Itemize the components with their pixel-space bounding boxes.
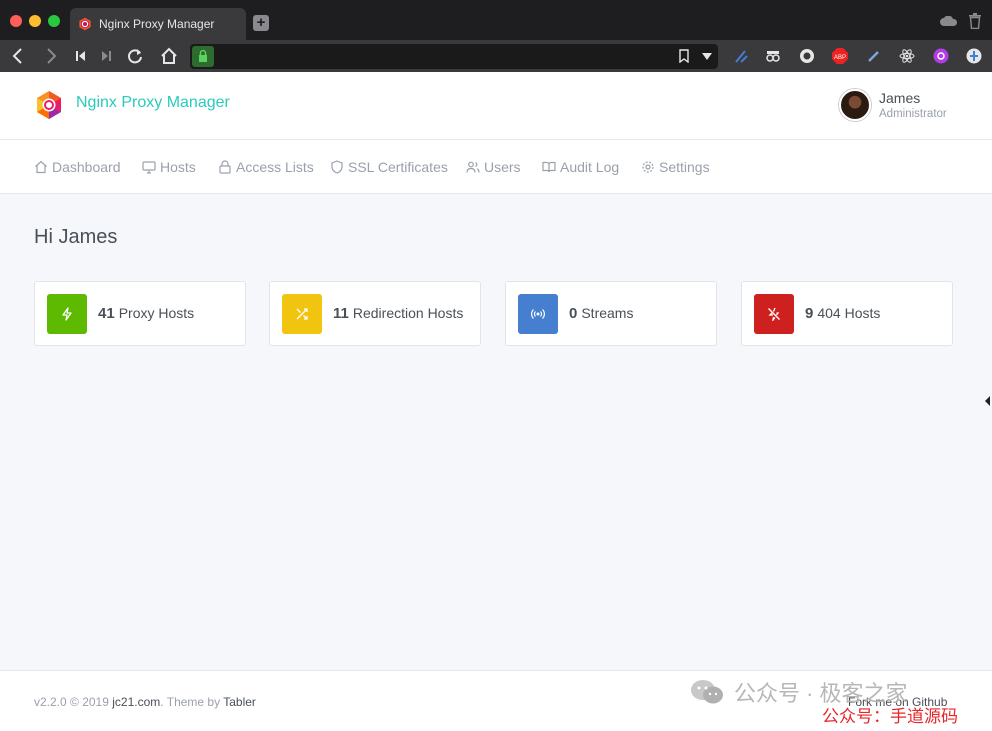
nav-label: Dashboard — [52, 159, 121, 175]
home-icon — [35, 160, 47, 174]
cloud-icon[interactable] — [940, 16, 958, 26]
radio-icon — [531, 309, 545, 319]
nav-item-dashboard[interactable]: Dashboard — [34, 159, 121, 175]
user-name[interactable]: James — [879, 90, 920, 106]
secure-lock-icon — [192, 46, 214, 67]
stat-card-redirection-hosts[interactable]: 11 Redirection Hosts — [269, 281, 481, 346]
users-icon — [466, 161, 480, 173]
new-tab-button[interactable]: + — [253, 15, 269, 31]
svg-text:ABP: ABP — [834, 55, 846, 61]
browser-window: Nginx Proxy Manager + ABP Nginx Proxy Ma… — [0, 0, 992, 731]
sidebar-toggle-icon[interactable] — [985, 396, 990, 406]
stat-card-404-hosts[interactable]: 9 404 Hosts — [741, 281, 953, 346]
avatar[interactable] — [839, 89, 871, 121]
extension-blue-icon[interactable] — [966, 48, 982, 64]
nav-item-users[interactable]: Users — [466, 159, 521, 175]
reload-icon[interactable] — [124, 45, 146, 67]
nav-item-settings[interactable]: Settings — [641, 159, 710, 175]
card-icon-box — [282, 294, 322, 334]
wechat-icon — [691, 680, 723, 704]
company-link[interactable]: jc21.com — [112, 695, 160, 709]
nav-item-hosts[interactable]: Hosts — [142, 159, 196, 175]
stat-card-streams[interactable]: 0 Streams — [505, 281, 717, 346]
shield-icon — [331, 160, 343, 174]
card-count: 0 — [569, 305, 578, 322]
minimize-window-button[interactable] — [29, 15, 41, 27]
extension-dropper-icon[interactable] — [866, 48, 882, 64]
card-count: 41 — [98, 305, 115, 322]
browser-tab-title: Nginx Proxy Manager — [99, 17, 215, 31]
browser-tabbar: Nginx Proxy Manager + — [0, 0, 992, 40]
zap-icon — [62, 307, 72, 321]
nav-item-access-lists[interactable]: Access Lists — [218, 159, 314, 175]
nav-label: Audit Log — [560, 159, 620, 175]
extension-react-icon[interactable] — [899, 48, 915, 64]
nav-item-audit-log[interactable]: Audit Log — [542, 159, 619, 175]
forward-icon[interactable] — [40, 45, 62, 67]
main-nav: Dashboard Hosts Access Lists SSL Certifi… — [0, 140, 992, 194]
card-label: 404 Hosts — [817, 305, 881, 321]
card-count: 9 — [805, 305, 814, 322]
chevron-down-icon[interactable] — [702, 53, 712, 60]
extension-spy-icon[interactable] — [765, 48, 781, 64]
nav-label: Settings — [659, 159, 710, 175]
close-window-button[interactable] — [10, 15, 22, 27]
address-bar[interactable] — [190, 44, 718, 69]
card-label: Proxy Hosts — [118, 305, 195, 321]
card-count: 11 — [333, 305, 349, 322]
theme-link[interactable]: Tabler — [223, 695, 256, 709]
extension-github-icon[interactable] — [799, 48, 815, 64]
footer-credits: v2.2.0 © 2019 jc21.com. Theme by Tabler — [34, 695, 256, 709]
monitor-icon — [142, 161, 156, 174]
gear-icon — [642, 161, 654, 173]
user-role: Administrator — [879, 108, 947, 120]
npm-logo-icon — [79, 17, 91, 31]
nav-label: Hosts — [160, 159, 196, 175]
nav-label: Access Lists — [236, 159, 314, 175]
bookmark-icon[interactable] — [678, 49, 690, 63]
shuffle-icon — [296, 308, 308, 320]
book-open-icon — [542, 161, 556, 173]
extension-pen-icon[interactable] — [733, 48, 749, 64]
npm-logo-icon[interactable] — [34, 90, 64, 120]
card-label: Redirection Hosts — [352, 305, 464, 321]
skip-forward-icon[interactable] — [95, 45, 117, 67]
stat-card-proxy-hosts[interactable]: 41 Proxy Hosts — [34, 281, 246, 346]
brand-name[interactable]: Nginx Proxy Manager — [76, 94, 230, 112]
page-title: Hi James — [34, 226, 118, 248]
nav-label: Users — [484, 159, 521, 175]
card-icon-box — [47, 294, 87, 334]
card-label: Streams — [581, 305, 634, 321]
nav-label: SSL Certificates — [348, 159, 448, 175]
maximize-window-button[interactable] — [48, 15, 60, 27]
app-header: Nginx Proxy Manager James Administrator — [0, 72, 992, 140]
nav-item-ssl-certificates[interactable]: SSL Certificates — [330, 159, 448, 175]
card-icon-box — [754, 294, 794, 334]
watermark-secondary: 公众号：手道源码 — [822, 707, 958, 727]
home-button-icon[interactable] — [158, 45, 180, 67]
browser-tab[interactable]: Nginx Proxy Manager — [70, 8, 246, 40]
lock-icon — [219, 160, 231, 174]
back-icon[interactable] — [7, 45, 29, 67]
card-icon-box — [518, 294, 558, 334]
extension-purple-icon[interactable] — [933, 48, 949, 64]
zap-off-icon — [768, 307, 780, 321]
browser-toolbar: ABP — [0, 40, 992, 72]
extension-adblock-icon[interactable]: ABP — [832, 48, 848, 64]
trash-icon[interactable] — [968, 13, 982, 29]
skip-back-icon[interactable] — [70, 45, 92, 67]
